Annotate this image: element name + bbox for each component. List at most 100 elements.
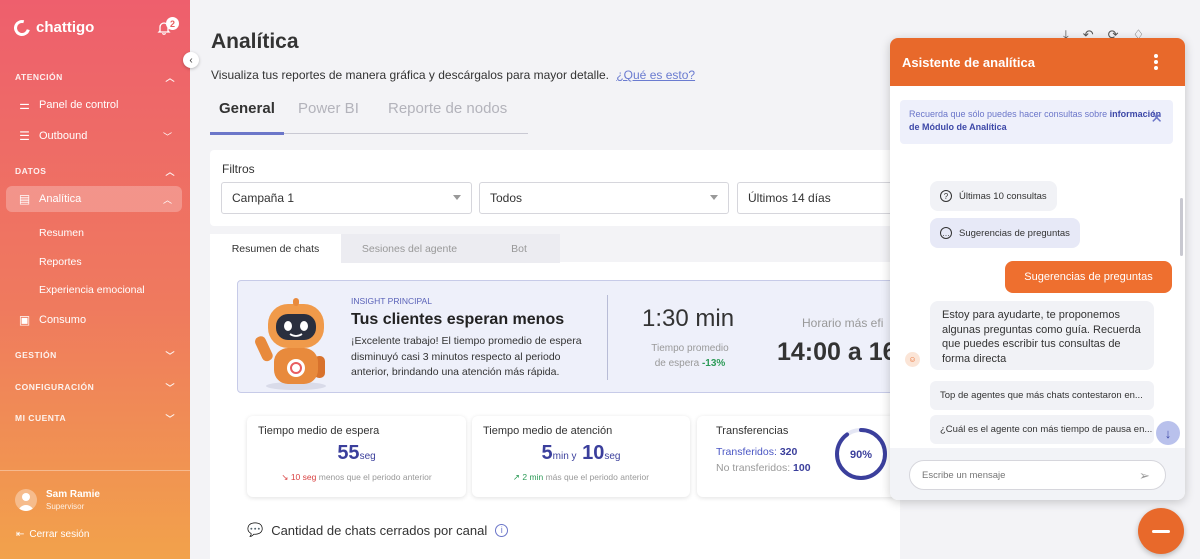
subtab-resumen-chats[interactable]: Resumen de chats — [210, 234, 341, 263]
sidebar-item-label: Consumo — [39, 314, 87, 326]
campaign-select-value: Campaña 1 — [232, 191, 295, 205]
assistant-header: Asistente de analítica — [890, 38, 1185, 86]
sidebar-item-consumo[interactable]: ▣ Consumo — [6, 307, 182, 333]
metric-title: Transferencias — [716, 425, 789, 437]
avatar[interactable] — [15, 489, 37, 511]
notice-text: Recuerda que sólo puedes hacer consultas… — [909, 109, 1108, 119]
chip-recent-queries[interactable]: ? Últimas 10 consultas — [930, 181, 1057, 211]
sidebar-subitem-reportes[interactable]: Reportes — [39, 256, 82, 268]
logout-label: Cerrar sesión — [29, 529, 90, 540]
chevron-down-icon: ﹀ — [165, 383, 175, 393]
section-mi-cuenta[interactable]: MI CUENTA ﹀ — [15, 413, 175, 424]
main-tabs: General Power BI Reporte de nodos — [210, 96, 528, 135]
metric-title: Tiempo medio de espera — [258, 425, 380, 437]
chip-label: Sugerencias de preguntas — [959, 227, 1070, 239]
section-label: ATENCIÓN — [15, 72, 63, 82]
user-role: Supervisor — [46, 502, 85, 511]
period-select[interactable]: Últimos 14 días — [737, 182, 900, 214]
section-atencion[interactable]: ATENCIÓN ︿ — [15, 72, 175, 83]
scrollbar[interactable] — [1180, 198, 1183, 256]
transferred-label: Transferidos: — [716, 446, 777, 458]
suggestion-item[interactable]: Top de agentes que más chats contestaron… — [930, 381, 1154, 410]
sidebar-item-analitica[interactable]: ▤ Analítica ︿ — [6, 186, 182, 212]
chevron-up-icon: ︿ — [162, 194, 172, 205]
insight-body: ¡Excelente trabajo! El tiempo promedio d… — [351, 335, 582, 378]
collapse-sidebar-button[interactable]: ‹ — [183, 52, 199, 68]
sidebar-item-label: Outbound — [39, 130, 88, 142]
sliders-icon: ⚌ — [19, 98, 30, 112]
tab-reporte-nodos[interactable]: Reporte de nodos — [388, 100, 507, 117]
section-label: CONFIGURACIÓN — [15, 382, 95, 392]
metric-title: Tiempo medio de atención — [483, 425, 613, 437]
send-icon[interactable]: ➢ — [1139, 468, 1150, 484]
filters-label: Filtros — [222, 162, 255, 176]
bot-message: Estoy para ayudarte, te proponemos algun… — [930, 301, 1154, 370]
not-transferred-label: No transferidos: — [716, 462, 791, 474]
info-icon[interactable]: i — [495, 523, 509, 537]
chat-icon: ☰ — [19, 129, 30, 143]
metric-number: 55 — [337, 442, 360, 464]
chattigo-logo-icon — [11, 16, 33, 39]
peak-hours-label: Horario más efi — [802, 316, 884, 330]
chevron-down-icon: ﹀ — [165, 351, 175, 361]
metric-attention-time: Tiempo medio de atención 5min y 10seg ↗ … — [472, 416, 690, 497]
metric-delta: 2 min — [522, 472, 544, 482]
metric-note: ↘ 10 seg menos que el periodo anterior — [247, 472, 466, 483]
metric-number: 5 — [541, 442, 553, 464]
metric-value: 5min y 10seg — [472, 442, 690, 465]
question-icon: ? — [940, 190, 952, 202]
caret-down-icon — [453, 195, 461, 200]
logout-button[interactable]: ⇤ Cerrar sesión — [16, 529, 89, 540]
transferred-line: Transferidos: 320 — [716, 446, 797, 458]
transferred-value: 320 — [779, 446, 798, 458]
robot-mascot-icon — [255, 298, 326, 390]
metric-value: 55seg — [247, 442, 466, 465]
brand-name: chattigo — [36, 19, 95, 36]
section-configuracion[interactable]: CONFIGURACIÓN ﹀ — [15, 382, 175, 393]
tab-general[interactable]: General — [219, 100, 275, 117]
scroll-down-button[interactable]: ↓ — [1156, 421, 1180, 445]
suggestion-item[interactable]: ¿Cuál es el agente con más tiempo de pau… — [930, 415, 1154, 444]
metric-number: 10 — [582, 442, 605, 464]
section-title: Cantidad de chats cerrados por canal — [271, 522, 488, 538]
subtab-bot[interactable]: Bot — [478, 234, 560, 263]
chat-icon: … — [940, 227, 952, 239]
metric-unit: seg — [359, 451, 376, 462]
section-label: GESTIÓN — [15, 350, 57, 360]
chevron-up-icon: ︿ — [165, 167, 175, 177]
brand-logo[interactable]: chattigo — [11, 16, 95, 39]
help-link[interactable]: ¿Qué es esto? — [616, 68, 695, 82]
metric-note-text: más que el periodo anterior — [545, 472, 650, 482]
close-icon[interactable]: ✕ — [1150, 111, 1163, 126]
trend-down-icon: ↘ — [281, 472, 289, 482]
sidebar-subitem-resumen[interactable]: Resumen — [39, 227, 84, 239]
campaign-select[interactable]: Campaña 1 — [221, 182, 472, 214]
page-subtitle: Visualiza tus reportes de manera gráfica… — [211, 68, 695, 82]
insight-title: Tus clientes esperan menos — [351, 311, 565, 328]
chevron-up-icon: ︿ — [165, 73, 175, 83]
tab-power-bi[interactable]: Power BI — [298, 100, 359, 117]
section-gestion[interactable]: GESTIÓN ﹀ — [15, 350, 175, 361]
transfer-donut: 90% — [835, 428, 887, 480]
scope-select[interactable]: Todos — [479, 182, 729, 214]
page-title: Analítica — [211, 30, 299, 53]
sidebar-item-outbound[interactable]: ☰ Outbound ﹀ — [6, 123, 182, 149]
peak-hours-value: 14:00 a 16 — [777, 338, 897, 366]
user-name: Sam Ramie — [46, 489, 100, 500]
kebab-menu-icon[interactable] — [1154, 54, 1158, 70]
sidebar-item-label: Analítica — [39, 193, 82, 205]
message-input[interactable] — [909, 460, 1166, 490]
chip-suggestions[interactable]: … Sugerencias de preguntas — [930, 218, 1080, 248]
sidebar-subitem-experiencia[interactable]: Experiencia emocional — [39, 284, 145, 296]
assistant-title: Asistente de analítica — [902, 54, 1035, 70]
section-datos[interactable]: DATOS ︿ — [15, 166, 175, 177]
metric-note-text: menos que el periodo anterior — [318, 472, 432, 482]
assistant-toggle-button[interactable] — [1138, 508, 1184, 554]
arrow-down-icon: ↓ — [1164, 425, 1172, 441]
insight-tag: INSIGHT PRINCIPAL — [351, 296, 432, 306]
chevron-down-icon: ﹀ — [165, 414, 175, 424]
sidebar-item-panel[interactable]: ⚌ Panel de control — [6, 92, 182, 118]
subtab-sesiones-agente[interactable]: Sesiones del agente — [341, 234, 478, 263]
trend-up-icon: ↗ — [512, 472, 521, 482]
chevron-down-icon: ﹀ — [162, 131, 172, 142]
